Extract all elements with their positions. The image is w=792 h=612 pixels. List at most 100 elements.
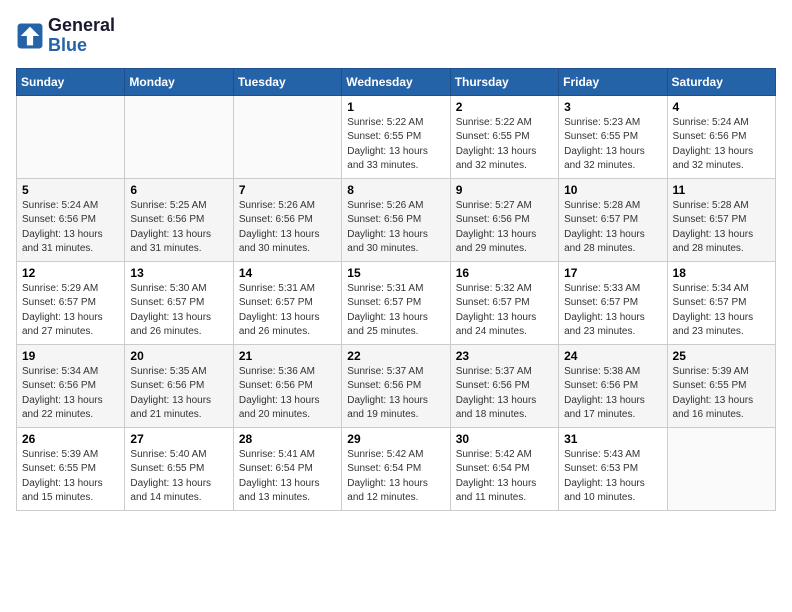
- day-number: 22: [347, 349, 444, 363]
- calendar-cell: 27 Sunrise: 5:40 AM Sunset: 6:55 PM Dayli…: [125, 427, 233, 510]
- calendar-cell: 4Sunrise: 5:24 AM Sunset: 6:56 PM Daylig…: [667, 95, 775, 178]
- day-info: Sunrise: 5:31 AM Sunset: 6:57 PM Dayligh…: [239, 282, 336, 340]
- calendar-cell: 5 Sunrise: 5:24 AM Sunset: 6:56 PM Daylig…: [17, 178, 125, 261]
- day-info: Sunrise: 5:22 AM Sunset: 6:55 PM Dayligh…: [456, 116, 553, 174]
- calendar-cell: 19Sunrise: 5:34 AM Sunset: 6:56 PM Dayli…: [17, 344, 125, 427]
- day-number: 26: [22, 432, 119, 446]
- day-info: Sunrise: 5:24 AM Sunset: 6:56 PM Dayligh…: [22, 199, 119, 257]
- day-number: 17: [564, 266, 661, 280]
- logo-blue-text: Blue: [48, 36, 115, 56]
- calendar-cell: 20 Sunrise: 5:35 AM Sunset: 6:56 PM Dayli…: [125, 344, 233, 427]
- day-info: Sunrise: 5:31 AM Sunset: 6:57 PM Dayligh…: [347, 282, 444, 340]
- day-number: 21: [239, 349, 336, 363]
- day-number: 25: [673, 349, 770, 363]
- calendar-cell: [667, 427, 775, 510]
- day-number: 3: [564, 100, 661, 114]
- day-info: Sunrise: 5:28 AM Sunset: 6:57 PM Dayligh…: [673, 199, 770, 257]
- calendar-cell: 1 Sunrise: 5:22 AM Sunset: 6:55 PM Daylig…: [342, 95, 450, 178]
- day-number: 7: [239, 183, 336, 197]
- day-info: Sunrise: 5:40 AM Sunset: 6:55 PM Dayligh…: [130, 448, 227, 506]
- day-info: Sunrise: 5:43 AM Sunset: 6:53 PM Dayligh…: [564, 448, 661, 506]
- day-number: 31: [564, 432, 661, 446]
- day-number: 8: [347, 183, 444, 197]
- header-monday: Monday: [125, 68, 233, 95]
- day-info: Sunrise: 5:38 AM Sunset: 6:56 PM Dayligh…: [564, 365, 661, 423]
- calendar-cell: 3 Sunrise: 5:23 AM Sunset: 6:55 PM Daylig…: [559, 95, 667, 178]
- day-number: 28: [239, 432, 336, 446]
- logo: General Blue: [16, 16, 115, 56]
- day-number: 10: [564, 183, 661, 197]
- day-number: 1: [347, 100, 444, 114]
- day-number: 12: [22, 266, 119, 280]
- calendar-cell: 26 Sunrise: 5:39 AM Sunset: 6:55 PM Dayli…: [17, 427, 125, 510]
- calendar-week-3: 12 Sunrise: 5:29 AM Sunset: 6:57 PM Dayli…: [17, 261, 776, 344]
- calendar-cell: 13Sunrise: 5:30 AM Sunset: 6:57 PM Dayli…: [125, 261, 233, 344]
- header-sunday: Sunday: [17, 68, 125, 95]
- header-friday: Friday: [559, 68, 667, 95]
- calendar-cell: 17 Sunrise: 5:33 AM Sunset: 6:57 PM Dayli…: [559, 261, 667, 344]
- header-thursday: Thursday: [450, 68, 558, 95]
- day-info: Sunrise: 5:22 AM Sunset: 6:55 PM Dayligh…: [347, 116, 444, 174]
- day-number: 15: [347, 266, 444, 280]
- calendar-cell: 23Sunrise: 5:37 AM Sunset: 6:56 PM Dayli…: [450, 344, 558, 427]
- day-number: 20: [130, 349, 227, 363]
- calendar-cell: 12 Sunrise: 5:29 AM Sunset: 6:57 PM Dayli…: [17, 261, 125, 344]
- calendar-table: SundayMondayTuesdayWednesdayThursdayFrid…: [16, 68, 776, 511]
- day-info: Sunrise: 5:23 AM Sunset: 6:55 PM Dayligh…: [564, 116, 661, 174]
- day-number: 14: [239, 266, 336, 280]
- header-saturday: Saturday: [667, 68, 775, 95]
- calendar-cell: 15 Sunrise: 5:31 AM Sunset: 6:57 PM Dayli…: [342, 261, 450, 344]
- calendar-header-row: SundayMondayTuesdayWednesdayThursdayFrid…: [17, 68, 776, 95]
- header-wednesday: Wednesday: [342, 68, 450, 95]
- day-number: 18: [673, 266, 770, 280]
- calendar-cell: 22 Sunrise: 5:37 AM Sunset: 6:56 PM Dayli…: [342, 344, 450, 427]
- day-info: Sunrise: 5:26 AM Sunset: 6:56 PM Dayligh…: [347, 199, 444, 257]
- day-info: Sunrise: 5:24 AM Sunset: 6:56 PM Dayligh…: [673, 116, 770, 174]
- calendar-cell: 24 Sunrise: 5:38 AM Sunset: 6:56 PM Dayli…: [559, 344, 667, 427]
- day-number: 11: [673, 183, 770, 197]
- day-info: Sunrise: 5:39 AM Sunset: 6:55 PM Dayligh…: [673, 365, 770, 423]
- day-number: 27: [130, 432, 227, 446]
- calendar-cell: 9Sunrise: 5:27 AM Sunset: 6:56 PM Daylig…: [450, 178, 558, 261]
- day-number: 30: [456, 432, 553, 446]
- calendar-cell: 6Sunrise: 5:25 AM Sunset: 6:56 PM Daylig…: [125, 178, 233, 261]
- day-number: 2: [456, 100, 553, 114]
- calendar-week-4: 19Sunrise: 5:34 AM Sunset: 6:56 PM Dayli…: [17, 344, 776, 427]
- day-number: 16: [456, 266, 553, 280]
- day-info: Sunrise: 5:35 AM Sunset: 6:56 PM Dayligh…: [130, 365, 227, 423]
- day-info: Sunrise: 5:26 AM Sunset: 6:56 PM Dayligh…: [239, 199, 336, 257]
- calendar-cell: 10 Sunrise: 5:28 AM Sunset: 6:57 PM Dayli…: [559, 178, 667, 261]
- day-info: Sunrise: 5:39 AM Sunset: 6:55 PM Dayligh…: [22, 448, 119, 506]
- calendar-cell: 7 Sunrise: 5:26 AM Sunset: 6:56 PM Daylig…: [233, 178, 341, 261]
- day-info: Sunrise: 5:42 AM Sunset: 6:54 PM Dayligh…: [347, 448, 444, 506]
- calendar-cell: [125, 95, 233, 178]
- day-number: 24: [564, 349, 661, 363]
- day-info: Sunrise: 5:34 AM Sunset: 6:56 PM Dayligh…: [22, 365, 119, 423]
- day-info: Sunrise: 5:42 AM Sunset: 6:54 PM Dayligh…: [456, 448, 553, 506]
- calendar-cell: 29Sunrise: 5:42 AM Sunset: 6:54 PM Dayli…: [342, 427, 450, 510]
- day-info: Sunrise: 5:34 AM Sunset: 6:57 PM Dayligh…: [673, 282, 770, 340]
- header-tuesday: Tuesday: [233, 68, 341, 95]
- calendar-cell: 8 Sunrise: 5:26 AM Sunset: 6:56 PM Daylig…: [342, 178, 450, 261]
- calendar-cell: [17, 95, 125, 178]
- calendar-cell: 21Sunrise: 5:36 AM Sunset: 6:56 PM Dayli…: [233, 344, 341, 427]
- calendar-week-1: 1 Sunrise: 5:22 AM Sunset: 6:55 PM Daylig…: [17, 95, 776, 178]
- calendar-cell: 28 Sunrise: 5:41 AM Sunset: 6:54 PM Dayli…: [233, 427, 341, 510]
- day-number: 5: [22, 183, 119, 197]
- calendar-cell: 2 Sunrise: 5:22 AM Sunset: 6:55 PM Daylig…: [450, 95, 558, 178]
- day-info: Sunrise: 5:27 AM Sunset: 6:56 PM Dayligh…: [456, 199, 553, 257]
- day-info: Sunrise: 5:33 AM Sunset: 6:57 PM Dayligh…: [564, 282, 661, 340]
- calendar-cell: 14 Sunrise: 5:31 AM Sunset: 6:57 PM Dayli…: [233, 261, 341, 344]
- calendar-cell: 30 Sunrise: 5:42 AM Sunset: 6:54 PM Dayli…: [450, 427, 558, 510]
- calendar-cell: 11 Sunrise: 5:28 AM Sunset: 6:57 PM Dayli…: [667, 178, 775, 261]
- day-info: Sunrise: 5:28 AM Sunset: 6:57 PM Dayligh…: [564, 199, 661, 257]
- day-info: Sunrise: 5:29 AM Sunset: 6:57 PM Dayligh…: [22, 282, 119, 340]
- page-header: General Blue: [16, 16, 776, 56]
- calendar-cell: [233, 95, 341, 178]
- day-number: 6: [130, 183, 227, 197]
- day-info: Sunrise: 5:41 AM Sunset: 6:54 PM Dayligh…: [239, 448, 336, 506]
- day-info: Sunrise: 5:37 AM Sunset: 6:56 PM Dayligh…: [347, 365, 444, 423]
- general-blue-logo-icon: [16, 22, 44, 50]
- day-number: 23: [456, 349, 553, 363]
- logo-general-text: General: [48, 16, 115, 36]
